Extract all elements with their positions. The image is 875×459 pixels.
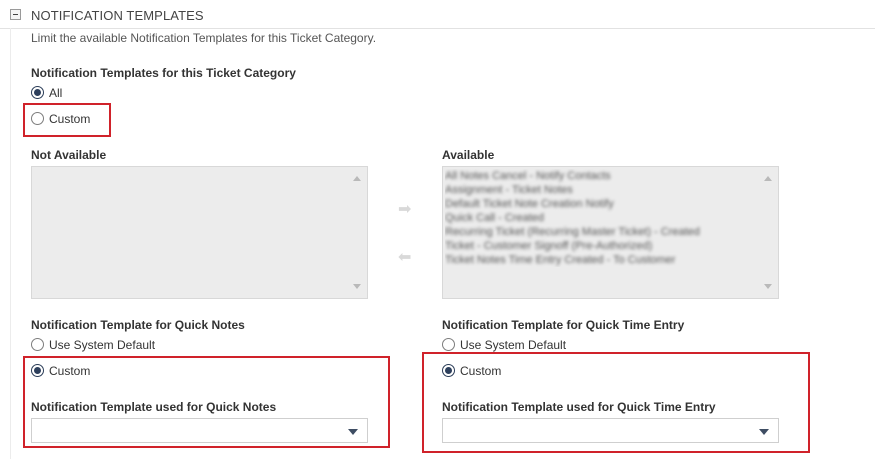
quick-notes-select-label: Notification Template used for Quick Not… — [31, 400, 277, 414]
quick-time-entry-template-select[interactable] — [442, 418, 779, 443]
list-item[interactable]: Assignment - Ticket Notes — [445, 183, 763, 197]
quick-notes-option-custom[interactable]: Custom — [31, 362, 90, 379]
quick-notes-label: Notification Template for Quick Notes — [31, 318, 245, 332]
not-available-listbox[interactable] — [31, 166, 368, 299]
radio-all-checked-icon[interactable] — [31, 86, 44, 99]
move-right-arrow-icon[interactable]: ➡ — [398, 199, 411, 219]
collapse-icon[interactable] — [10, 9, 21, 20]
radio-all-label: All — [49, 85, 63, 100]
available-items: All Notes Cancel - Notify Contacts Assig… — [445, 169, 763, 267]
scroll-down-icon[interactable] — [353, 284, 361, 289]
scroll-down-icon[interactable] — [764, 284, 772, 289]
scroll-up-icon[interactable] — [764, 176, 772, 181]
quick-notes-option-system-default[interactable]: Use System Default — [31, 336, 155, 353]
section-left-border — [10, 28, 11, 459]
section-description: Limit the available Notification Templat… — [31, 31, 377, 45]
radio-option-all[interactable]: All — [31, 84, 62, 101]
quick-time-entry-option-custom[interactable]: Custom — [442, 362, 501, 379]
quick-time-entry-select-label: Notification Template used for Quick Tim… — [442, 400, 716, 414]
quick-time-entry-system-default-label: Use System Default — [460, 337, 567, 352]
quick-notes-custom-label: Custom — [49, 363, 91, 378]
radio-checked-icon[interactable] — [31, 364, 44, 377]
section-title: NOTIFICATION TEMPLATES — [31, 8, 204, 23]
list-item[interactable]: Quick Call - Created — [445, 211, 763, 225]
quick-notes-system-default-label: Use System Default — [49, 337, 156, 352]
not-available-label: Not Available — [31, 148, 107, 162]
chevron-down-icon[interactable] — [348, 429, 358, 435]
available-listbox[interactable]: All Notes Cancel - Notify Contacts Assig… — [442, 166, 779, 299]
list-item[interactable]: Recurring Ticket (Recurring Master Ticke… — [445, 225, 763, 239]
radio-custom-icon[interactable] — [31, 112, 44, 125]
radio-unchecked-icon[interactable] — [31, 338, 44, 351]
quick-time-entry-label: Notification Template for Quick Time Ent… — [442, 318, 685, 332]
chevron-down-icon[interactable] — [759, 429, 769, 435]
scroll-up-icon[interactable] — [353, 176, 361, 181]
quick-notes-template-select[interactable] — [31, 418, 368, 443]
radio-unchecked-icon[interactable] — [442, 338, 455, 351]
available-label: Available — [442, 148, 495, 162]
list-item[interactable]: Default Ticket Note Creation Notify — [445, 197, 763, 211]
radio-checked-icon[interactable] — [442, 364, 455, 377]
list-item[interactable]: All Notes Cancel - Notify Contacts — [445, 169, 763, 183]
radio-option-custom[interactable]: Custom — [31, 110, 90, 127]
list-item[interactable]: Ticket Notes Time Entry Created - To Cus… — [445, 253, 763, 267]
quick-time-entry-custom-label: Custom — [460, 363, 502, 378]
header-divider — [0, 28, 875, 29]
list-item[interactable]: Ticket - Customer Signoff (Pre-Authorize… — [445, 239, 763, 253]
quick-time-entry-option-system-default[interactable]: Use System Default — [442, 336, 566, 353]
radio-custom-label: Custom — [49, 111, 91, 126]
move-left-arrow-icon[interactable]: ⬅ — [398, 247, 411, 267]
category-templates-label: Notification Templates for this Ticket C… — [31, 66, 296, 80]
